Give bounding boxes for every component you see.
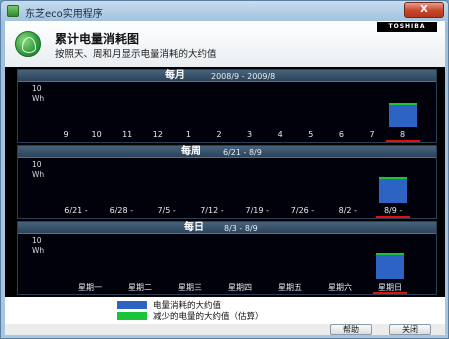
x-label: 7/26 - [290,206,315,215]
daily-chart: 每日 8/3 - 8/9 10 Wh 星期一 星期二 星期三 星期四 星期五 星期六 星期日 [17,221,437,295]
legend-label-saved: 减少的电量的大约值（估算） [153,312,264,322]
weekly-chart: 每周 6/21 - 8/9 10 Wh 6/21 - 6/28 - 7/5 - 7/1… [17,145,437,219]
weekly-chart-title: 每周 [181,146,201,157]
weekly-y-unit: Wh [32,170,45,179]
daily-chart-range: 8/3 - 8/9 [224,224,258,233]
app-icon [7,5,19,17]
x-label: 8 [400,130,406,139]
x-label: 星期三 [178,283,202,292]
legend-swatch-consumption [117,301,147,309]
x-label: 7/19 - [245,206,269,215]
x-label: 星期二 [128,283,152,292]
charts-area: 每月 2008/9 - 2009/8 10 Wh 9 10 11 12 1 2 3 4 5 6 7 8… [5,67,445,315]
eco-globe-icon [15,31,41,57]
brand-logo: TOSHIBA [377,22,437,32]
monthly-y-max: 10 [32,84,42,93]
legend-swatch-saved [117,312,147,320]
monthly-chart: 每月 2008/9 - 2009/8 10 Wh 9 10 11 12 1 2 3 4 5 6 7 8 [17,69,437,143]
x-label: 8/2 - [338,206,357,215]
help-button[interactable]: 帮助 [330,324,372,335]
weekly-y-max: 10 [32,160,42,169]
x-label: 6/21 - [64,206,88,215]
daily-y-unit: Wh [32,246,45,255]
x-label: 星期一 [78,283,102,292]
app-window: 东芝eco实用程序 X TOSHIBA 累计电量消耗图 按照天、周和月显示电量消… [0,0,449,339]
monthly-chart-title: 每月 [165,70,185,81]
monthly-chart-range: 2008/9 - 2009/8 [211,72,276,81]
page-subtitle: 按照天、周和月显示电量消耗的大约值 [55,49,217,60]
daily-y-max: 10 [32,236,42,245]
window-close-button[interactable]: X [404,2,444,18]
legend: 电量消耗的大约值 减少的电量的大约值（估算） [5,297,445,324]
x-label: 7/5 - [157,206,176,215]
consumption-bar [379,177,408,203]
daily-chart-title: 每日 [184,222,204,233]
monthly-y-unit: Wh [32,94,45,103]
x-label: 星期六 [328,283,352,292]
daily-chart-header: 每日 8/3 - 8/9 [18,222,436,234]
weekly-chart-range: 6/21 - 8/9 [223,148,262,157]
weekly-chart-header: 每周 6/21 - 8/9 [18,146,436,158]
client-area: TOSHIBA 累计电量消耗图 按照天、周和月显示电量消耗的大约值 每月 200… [5,21,445,335]
footer: 帮助 关闭 [5,324,445,335]
x-label: 6/28 - [109,206,133,215]
x-label: 星期四 [228,283,252,292]
close-button[interactable]: 关闭 [389,324,431,335]
monthly-chart-header: 每月 2008/9 - 2009/8 [18,70,436,82]
page-title: 累计电量消耗图 [55,32,140,46]
x-label: 星期五 [278,283,302,292]
header: TOSHIBA 累计电量消耗图 按照天、周和月显示电量消耗的大约值 [5,21,445,67]
selected-period-underline [376,216,411,218]
window-title: 东芝eco实用程序 [25,9,103,20]
x-label: 8/9 - [383,206,403,215]
consumption-bar [388,103,417,127]
consumption-bar [376,253,404,279]
selected-period-underline [385,140,420,142]
x-label: 7/12 - [200,206,224,215]
title-bar[interactable]: 东芝eco实用程序 X [1,1,448,21]
selected-period-underline [373,292,407,294]
